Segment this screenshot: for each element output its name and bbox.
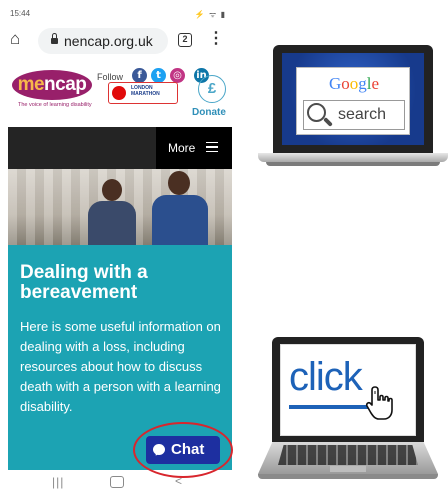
magnifier-icon (307, 103, 333, 129)
address-bar[interactable]: nencap.org.uk (38, 28, 168, 54)
google-search-panel: Google search (296, 67, 410, 135)
status-icons: ⚡ ᯤ ▮ (194, 10, 226, 19)
logo-wordmark-rest: ncap (44, 74, 87, 95)
more-menu-button[interactable]: More (156, 127, 232, 169)
laptop-click-illustration: click (258, 337, 438, 482)
follow-label: Follow (97, 72, 124, 82)
click-word: click (289, 355, 363, 399)
google-logo: Google (297, 74, 411, 94)
laptop-google-illustration: Google search (258, 45, 448, 169)
home-icon[interactable]: ⌂ (10, 30, 28, 48)
article-title[interactable]: Dealing with a bereavement (20, 263, 225, 303)
twitter-icon[interactable]: t (151, 68, 166, 83)
logo-wordmark: mencap (12, 70, 92, 100)
google-logo-letter: G (328, 74, 342, 93)
donate-link[interactable]: Donate (192, 107, 226, 118)
browser-menu-icon[interactable]: ⋮ (208, 30, 224, 50)
person-woman (88, 179, 138, 245)
facebook-icon[interactable]: f (132, 68, 147, 83)
search-label: search (338, 106, 387, 123)
site-nav: More (8, 127, 232, 169)
marathon-text: LONDON MARATHON (131, 85, 160, 97)
status-time: 15:44 (10, 9, 31, 18)
article-body: Here is some useful information on deali… (20, 319, 221, 414)
instagram-icon[interactable]: ◎ (170, 68, 185, 83)
logo-tagline: The voice of learning disability (18, 102, 92, 108)
android-home-icon[interactable] (110, 476, 124, 488)
person-man (148, 171, 208, 245)
back-icon[interactable]: < (175, 474, 182, 488)
url-text: nencap.org.uk (64, 33, 153, 49)
google-logo-letter: o (349, 74, 359, 93)
donate-icon[interactable]: £ (198, 75, 226, 103)
logo-wordmark-accent: me (17, 74, 45, 95)
site-header: mencap The voice of learning disability … (8, 60, 232, 124)
android-nav-bar: ||| < (0, 472, 240, 493)
mencap-logo[interactable]: mencap The voice of learning disability (12, 62, 94, 122)
laptop-screen: Google search (282, 53, 424, 145)
search-box: search (303, 100, 405, 130)
more-label: More (168, 141, 196, 155)
chat-label: Chat (171, 441, 205, 458)
hero-photo (8, 169, 232, 245)
laptop-trackpad (330, 466, 366, 472)
laptop-screen: click (280, 344, 416, 436)
google-logo-letter: e (371, 74, 380, 93)
marathon-badge[interactable]: LONDON MARATHON (108, 82, 178, 104)
phone-screenshot: 15:44 ⚡ ᯤ ▮ ⌂ nencap.org.uk 2 ⋮ mencap T… (0, 0, 240, 493)
google-logo-letter: o (341, 74, 350, 93)
tab-switcher-button[interactable]: 2 (178, 33, 192, 47)
chat-button[interactable]: Chat (146, 436, 220, 464)
laptop-base (258, 153, 448, 162)
google-logo-letter: g (358, 74, 367, 93)
hamburger-icon (206, 142, 218, 152)
lock-icon (51, 33, 58, 45)
laptop-keys (278, 445, 418, 465)
virgin-logo-icon (112, 86, 126, 100)
chat-bubble-icon (153, 444, 165, 455)
laptop-foot (266, 162, 440, 166)
status-bar: 15:44 ⚡ ᯤ ▮ (0, 0, 240, 24)
hand-cursor-icon (365, 386, 393, 420)
recent-apps-icon[interactable]: ||| (52, 475, 64, 489)
browser-toolbar: ⌂ nencap.org.uk 2 ⋮ (0, 26, 240, 56)
laptop-foot (258, 474, 438, 479)
